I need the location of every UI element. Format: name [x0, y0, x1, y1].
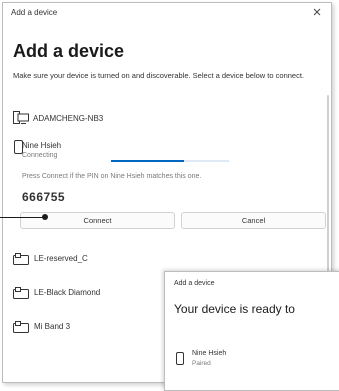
device-ready-dialog: Add a device Your device is ready to Nin… — [164, 271, 339, 391]
device-name: Nine Hsieh — [192, 350, 227, 357]
device-name: Nine Hsieh — [22, 141, 62, 150]
ready-heading: Your device is ready to — [174, 302, 295, 316]
device-name: LE-Black Diamond — [34, 288, 101, 297]
instructions-text: Make sure your device is turned on and d… — [13, 71, 304, 80]
input-device-icon — [13, 253, 29, 265]
title-bar: Add a device — [3, 3, 331, 25]
device-name: ADAMCHENG-NB3 — [33, 114, 104, 123]
phone-icon — [176, 352, 184, 365]
connecting-progress-bar — [111, 160, 229, 162]
input-device-icon — [13, 287, 29, 299]
window-title: Add a device — [11, 8, 58, 17]
connection-status: Connecting — [22, 152, 58, 159]
desktop-computer-icon — [13, 111, 29, 124]
device-name: Mi Band 3 — [34, 322, 71, 331]
page-title: Add a device — [13, 41, 125, 61]
callout-line — [0, 217, 44, 218]
window-title: Add a device — [174, 280, 215, 287]
pin-code: 666755 — [22, 190, 66, 204]
device-name: LE-reserved_C — [34, 254, 88, 263]
pairing-status: Paired — [192, 360, 211, 367]
callout-dot — [42, 214, 48, 220]
progress-fill — [111, 160, 185, 162]
pin-instructions: Press Connect if the PIN on Nine Hsieh m… — [22, 173, 202, 180]
cancel-button[interactable]: Cancel — [181, 212, 326, 229]
input-device-icon — [13, 321, 29, 333]
close-icon[interactable] — [311, 6, 323, 18]
